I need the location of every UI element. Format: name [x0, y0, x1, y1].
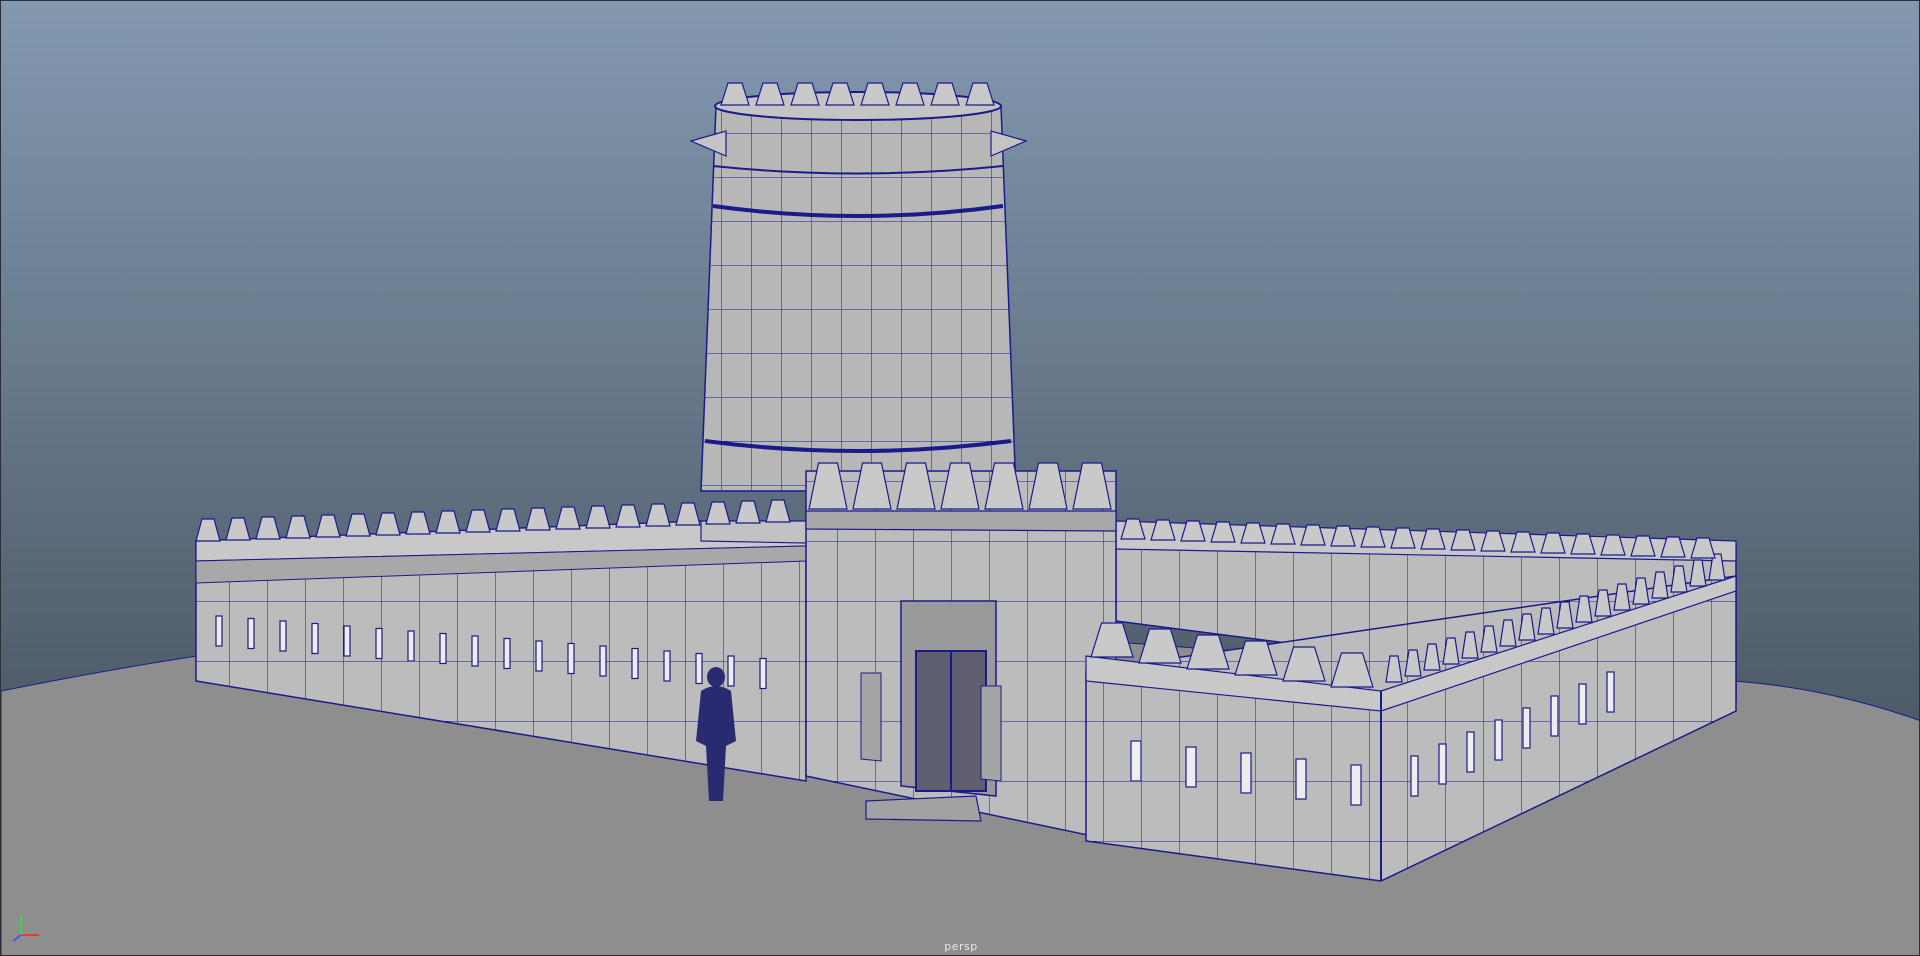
scene-canvas[interactable] [1, 1, 1920, 956]
wall-window [1130, 740, 1142, 782]
wall-window [375, 627, 383, 660]
wall-window [1185, 746, 1197, 788]
wall-window [1550, 695, 1559, 737]
wall-window [599, 645, 607, 677]
wall-window [1578, 683, 1587, 725]
wall-window [1240, 752, 1252, 794]
wall-window [631, 647, 639, 680]
wall-window [407, 630, 415, 662]
wall-window [1522, 707, 1531, 749]
perspective-viewport[interactable]: persp [0, 0, 1920, 956]
wall-window [727, 655, 735, 687]
wall-window [311, 622, 319, 655]
wall-window [535, 640, 543, 672]
tower [689, 91, 1028, 492]
wall-window [1466, 731, 1475, 773]
wall-window [567, 642, 575, 675]
wall-window [247, 617, 255, 650]
wall-window [1410, 755, 1419, 797]
gatehouse [805, 470, 1117, 842]
axis-gizmo [13, 915, 39, 942]
wall-window [759, 657, 767, 690]
wall-window [279, 620, 287, 652]
wall-window [1295, 758, 1307, 800]
wall-window [439, 632, 447, 665]
wall-window [1438, 743, 1447, 785]
wall-window [1494, 719, 1503, 761]
wall-window [503, 637, 511, 670]
wall-window [471, 635, 479, 667]
wall-window [215, 615, 223, 647]
wall-window [695, 652, 703, 685]
wall-window [663, 650, 671, 682]
wall-window [343, 625, 351, 657]
wall-window [1350, 764, 1362, 806]
z-axis-icon [13, 934, 22, 942]
wall-window [1606, 671, 1615, 713]
